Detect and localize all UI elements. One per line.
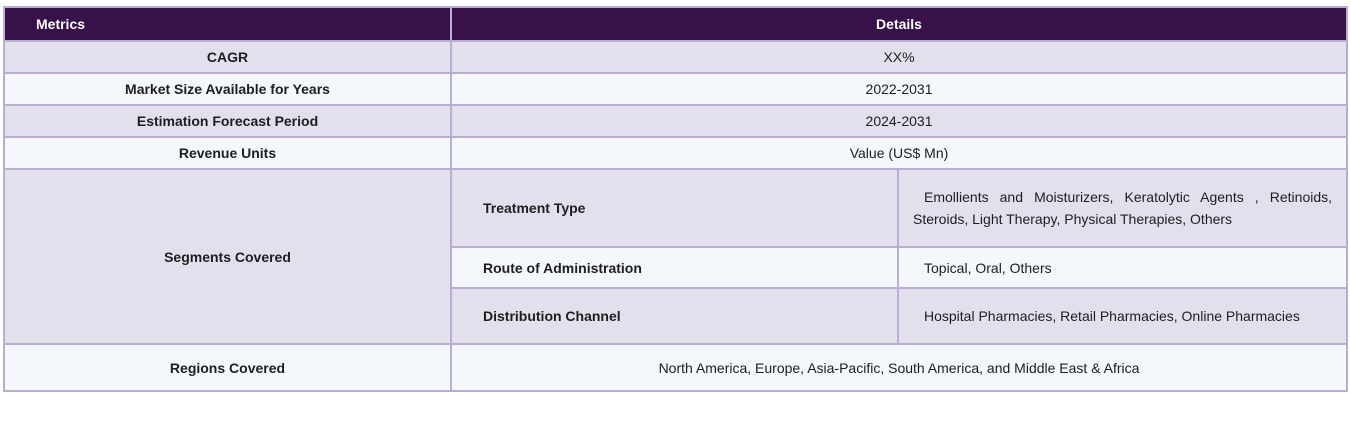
metric-value: XX% [449, 40, 1349, 74]
table-row: Regions Covered North America, Europe, A… [3, 343, 1349, 392]
table-row: Revenue Units Value (US$ Mn) [3, 136, 1349, 170]
metric-label: Revenue Units [3, 136, 452, 170]
table-row: Estimation Forecast Period 2024-2031 [3, 104, 1349, 138]
table-header-row: Metrics Details [3, 6, 1349, 42]
segments-covered-label: Segments Covered [3, 168, 452, 345]
metric-label: CAGR [3, 40, 452, 74]
segments-row: Segments Covered Treatment Type Emollien… [3, 168, 1349, 345]
regions-covered-label: Regions Covered [3, 343, 452, 392]
segment-value-treatment-type: Emollients and Moisturizers, Keratolytic… [896, 168, 1349, 248]
details-column-header: Details [449, 6, 1349, 42]
metric-value: 2024-2031 [449, 104, 1349, 138]
table-row: Market Size Available for Years 2022-203… [3, 72, 1349, 106]
metric-value: Value (US$ Mn) [449, 136, 1349, 170]
metrics-column-header: Metrics [3, 6, 452, 42]
segment-label-distribution-channel: Distribution Channel [450, 287, 899, 345]
metric-value: 2022-2031 [449, 72, 1349, 106]
metric-label: Market Size Available for Years [3, 72, 452, 106]
segment-value-distribution-channel: Hospital Pharmacies, Retail Pharmacies, … [896, 287, 1349, 345]
regions-covered-value: North America, Europe, Asia-Pacific, Sou… [449, 343, 1349, 392]
market-report-table: Metrics Details CAGR XX% Market Size Ava… [3, 6, 1349, 392]
table-row: CAGR XX% [3, 40, 1349, 74]
segment-value-route-of-administration: Topical, Oral, Others [896, 246, 1349, 289]
metric-label: Estimation Forecast Period [3, 104, 452, 138]
segment-label-route-of-administration: Route of Administration [450, 246, 899, 289]
segment-label-treatment-type: Treatment Type [450, 168, 899, 248]
